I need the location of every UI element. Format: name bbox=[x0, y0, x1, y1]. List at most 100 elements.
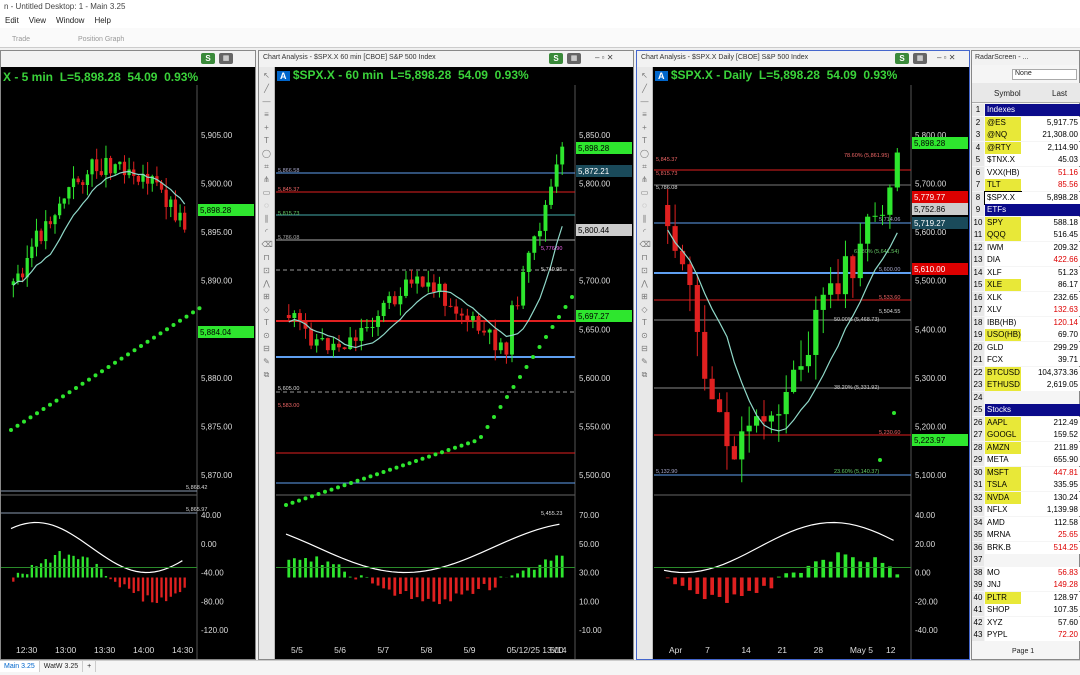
window-controls[interactable]: – ▫ ✕ bbox=[937, 53, 955, 62]
radar-row[interactable]: 6 VXX(HB) 51.16 bbox=[972, 166, 1080, 180]
radar-row[interactable]: 42 XYZ 57.60 bbox=[972, 616, 1080, 630]
radar-row[interactable]: 31 TSLA 335.95 bbox=[972, 479, 1080, 492]
osc-bar bbox=[843, 554, 848, 578]
chart-window-60min[interactable]: Chart Analysis - $SPX.X 60 min [CBOE] S&… bbox=[258, 50, 634, 660]
radar-row[interactable]: 23 ETHUSD 2,619.05 bbox=[972, 379, 1080, 392]
radar-row[interactable]: 21 FCX 39.71 bbox=[972, 354, 1080, 367]
radar-row[interactable]: 5 $TNX.X 45.03 bbox=[972, 154, 1080, 167]
row-number: 17 bbox=[972, 304, 984, 316]
radar-row[interactable]: 10 SPY 588.18 bbox=[972, 216, 1080, 230]
radar-row[interactable]: 4 @RTY 2,114.90 bbox=[972, 141, 1080, 155]
stop-dot bbox=[433, 452, 438, 457]
radar-row[interactable]: 12 IWM 209.32 bbox=[972, 241, 1080, 255]
radar-row[interactable]: 38 MO 56.83 bbox=[972, 566, 1080, 580]
stop-dot bbox=[323, 489, 327, 494]
stop-dot bbox=[28, 415, 33, 420]
radar-row[interactable]: 22 BTCUSD 104,373.36 bbox=[972, 366, 1080, 380]
window-controls[interactable]: – ▫ ✕ bbox=[595, 53, 613, 62]
radar-row[interactable]: 30 MSFT 447.81 bbox=[972, 466, 1080, 480]
radar-row[interactable]: 19 USO(HB) 69.70 bbox=[972, 329, 1080, 342]
add-tab-button[interactable]: + bbox=[83, 661, 97, 672]
radar-row[interactable]: 16 XLK 232.65 bbox=[972, 291, 1080, 305]
radar-row[interactable]: 33 NFLX 1,139.98 bbox=[972, 504, 1080, 517]
chart-menu-button[interactable]: ▦ bbox=[567, 53, 581, 64]
candle-body bbox=[687, 264, 693, 286]
magnet-tool-icon: ⊓ bbox=[641, 253, 648, 262]
radar-row[interactable]: 41 SHOP 107.35 bbox=[972, 604, 1080, 617]
radar-row[interactable]: 20 GLD 299.29 bbox=[972, 341, 1080, 355]
time-axis-label: 5/8 bbox=[421, 645, 433, 655]
radar-row[interactable]: 35 MRNA 25.65 bbox=[972, 529, 1080, 542]
bar-tool-icon: ⊟ bbox=[263, 344, 270, 353]
radar-row[interactable]: 43 PYPL 72.20 bbox=[972, 629, 1080, 642]
menu-edit[interactable]: Edit bbox=[0, 14, 24, 27]
radar-row[interactable]: 39 JNJ 149.28 bbox=[972, 579, 1080, 592]
chart-window-daily[interactable]: Chart Analysis - $SPX.X Daily [CBOE] S&P… bbox=[636, 50, 970, 660]
stop-dot bbox=[394, 465, 399, 470]
osc-bar bbox=[178, 577, 182, 593]
fib-level-label: 5,845.37 bbox=[278, 187, 299, 193]
row-symbol: JNJ bbox=[985, 579, 1021, 591]
radar-row[interactable]: 28 AMZN 211.89 bbox=[972, 441, 1080, 455]
osc-bar bbox=[387, 577, 391, 590]
stop-dot bbox=[544, 335, 548, 339]
radar-section-header[interactable]: 9 ETFs bbox=[972, 204, 1080, 217]
radar-row[interactable]: 24 bbox=[972, 391, 1080, 405]
drawing-toolbar[interactable]: ↖ ╱ — ≡ + T ◯ ⌗ ⋔ ▭ ◌ ∥ ◜ ⌫ ⊓ ⊡ ⋀ ⊞ ◇ T ⊙ ⊟ ✎ ⧉ bbox=[259, 67, 275, 659]
stop-dot bbox=[336, 485, 340, 490]
radar-row[interactable]: 8 $SPX.X 5,898.28 bbox=[972, 190, 1080, 205]
col-symbol[interactable]: Symbol bbox=[994, 89, 1021, 98]
chart-canvas[interactable]: 5,850.005,800.005,750.005,700.005,650.00… bbox=[276, 85, 633, 659]
tab-watw[interactable]: WatW 3.25 bbox=[40, 661, 84, 672]
radar-row[interactable]: 13 DIA 422.66 bbox=[972, 254, 1080, 267]
position-graph-tab[interactable]: Position Graph bbox=[78, 36, 124, 43]
radar-filter-select[interactable]: None bbox=[1012, 69, 1077, 80]
radar-row[interactable]: 11 QQQ 516.45 bbox=[972, 229, 1080, 242]
drawing-toolbar[interactable]: ↖ ╱ — ≡ + T ◯ ⌗ ⋔ ▭ ◌ ∥ ◜ ⌫ ⊓ ⊡ ⋀ ⊞ ◇ T ⊙ ⊟ ✎ ⧉ bbox=[637, 67, 653, 659]
chart-canvas[interactable]: 5,905.005,900.005,895.005,890.005,885.00… bbox=[1, 85, 255, 659]
chart-canvas[interactable]: 5,800.005,700.005,600.005,500.005,400.00… bbox=[654, 85, 969, 659]
menu-window[interactable]: Window bbox=[51, 14, 89, 27]
fib-level-label: 5,583.00 bbox=[278, 403, 299, 409]
radar-row[interactable]: 34 AMD 112.58 bbox=[972, 516, 1080, 530]
chart-window-5min[interactable]: S ▦ X - 5 min L=5,898.28 54.09 0.93% 5,9… bbox=[0, 50, 256, 660]
radar-row[interactable]: 29 META 655.90 bbox=[972, 454, 1080, 467]
radar-row[interactable]: 27 GOOGL 159.52 bbox=[972, 429, 1080, 442]
row-last: 56.83 bbox=[1021, 566, 1080, 579]
symbol-link-button[interactable]: S bbox=[895, 53, 909, 64]
radar-row[interactable]: 26 AAPL 212.49 bbox=[972, 416, 1080, 430]
radar-section-header[interactable]: 25 Stocks bbox=[972, 404, 1080, 417]
chart-menu-button[interactable]: ▦ bbox=[913, 53, 927, 64]
col-last[interactable]: Last bbox=[1052, 89, 1067, 98]
menu-help[interactable]: Help bbox=[89, 14, 115, 27]
radar-row[interactable]: 3 @NQ 21,308.00 bbox=[972, 129, 1080, 142]
osc-bar bbox=[309, 561, 313, 578]
radar-row[interactable]: 32 NVDA 130.24 bbox=[972, 491, 1080, 505]
candle-body bbox=[702, 331, 708, 379]
tab-main[interactable]: Main 3.25 bbox=[0, 661, 40, 672]
radar-row[interactable]: 18 IBB(HB) 120.14 bbox=[972, 316, 1080, 330]
radar-section-header[interactable]: 1 Indexes bbox=[972, 104, 1080, 117]
radar-screen-window[interactable]: RadarScreen - ... None Symbol Last 1 Inde… bbox=[971, 50, 1080, 660]
radar-row[interactable]: 40 PLTR 128.97 bbox=[972, 591, 1080, 605]
chart-menu-button[interactable]: ▦ bbox=[219, 53, 233, 64]
row-number: 3 bbox=[972, 129, 984, 141]
price-axis-label: 5,400.00 bbox=[915, 325, 947, 334]
row-number: 19 bbox=[972, 329, 984, 341]
radar-row[interactable]: 14 XLF 51.23 bbox=[972, 266, 1080, 280]
radar-row[interactable]: 15 XLE 86.17 bbox=[972, 279, 1080, 292]
osc-bar bbox=[499, 576, 503, 578]
radar-row[interactable]: 2 @ES 5,917.75 bbox=[972, 116, 1080, 130]
symbol-link-button[interactable]: S bbox=[549, 53, 563, 64]
osc-bar bbox=[477, 577, 480, 589]
symbol-link-button[interactable]: S bbox=[201, 53, 215, 64]
radar-row[interactable]: 36 BRK.B 514.25 bbox=[972, 541, 1080, 555]
menu-view[interactable]: View bbox=[24, 14, 51, 27]
price-tag-label: 5,872.21 bbox=[578, 167, 610, 176]
page-indicator[interactable]: Page 1 bbox=[1012, 648, 1034, 655]
trade-tab[interactable]: Trade bbox=[12, 36, 30, 43]
candle-body bbox=[761, 416, 767, 422]
radar-row[interactable]: 37 bbox=[972, 554, 1080, 567]
radar-row[interactable]: 7 TLT 85.56 bbox=[972, 179, 1080, 192]
radar-row[interactable]: 17 XLV 132.63 bbox=[972, 304, 1080, 317]
